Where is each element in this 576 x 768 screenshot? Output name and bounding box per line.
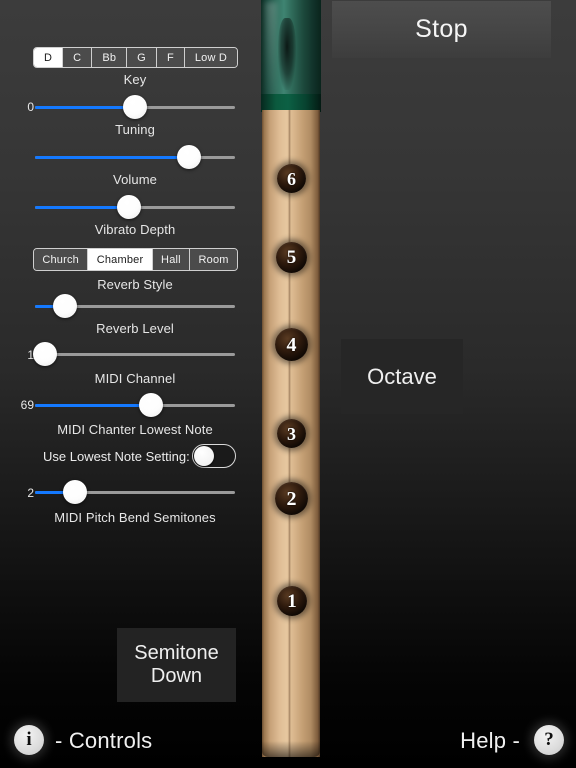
midi-channel-caption: MIDI Channel <box>94 371 176 386</box>
whistle-mouthpiece[interactable] <box>261 0 321 112</box>
midi-pitch-bend-semitones-value: 2 <box>27 486 34 500</box>
midi-pitch-bend-semitones-caption: MIDI Pitch Bend Semitones <box>54 510 216 525</box>
use-lowest-note-setting-label: Use Lowest Note Setting: <box>43 449 190 464</box>
midi-chanter-lowest-note-slider-fill <box>35 404 151 407</box>
midi-channel-slider-thumb[interactable] <box>33 342 57 366</box>
reverb-style-caption: Reverb Style <box>97 277 173 292</box>
tuning-slider-thumb[interactable] <box>123 95 147 119</box>
finger-hole-1[interactable]: 1 <box>277 586 307 616</box>
finger-hole-3[interactable]: 3 <box>277 419 306 448</box>
key-option-d[interactable]: D <box>34 48 64 67</box>
vibrato-depth-slider-thumb[interactable] <box>117 195 141 219</box>
stop-button[interactable]: Stop <box>332 1 551 58</box>
finger-hole-2[interactable]: 2 <box>275 482 308 515</box>
key-option-g[interactable]: G <box>127 48 157 67</box>
help-icon[interactable]: ? <box>534 725 564 755</box>
reverb-style-segmented-control[interactable]: Church Chamber Hall Room <box>33 248 238 271</box>
tuning-caption: Tuning <box>115 122 155 137</box>
midi-chanter-lowest-note-slider-thumb[interactable] <box>139 393 163 417</box>
app-root: 6 5 4 3 2 1 D C Bb G F Low D Key 0 Tuning Volume V… <box>0 0 576 768</box>
vibrato-depth-caption: Vibrato Depth <box>94 222 176 237</box>
reverb-style-option-chamber[interactable]: Chamber <box>88 249 153 270</box>
midi-chanter-lowest-note-caption: MIDI Chanter Lowest Note <box>57 422 213 437</box>
tuning-slider[interactable] <box>35 95 235 121</box>
volume-slider-fill <box>35 156 189 159</box>
mouthpiece-shadow <box>278 18 296 90</box>
vibrato-depth-slider[interactable] <box>35 195 235 221</box>
semitone-down-button[interactable]: Semitone Down <box>117 628 236 702</box>
reverb-level-slider[interactable] <box>35 294 235 320</box>
finger-hole-6[interactable]: 6 <box>277 164 306 193</box>
key-option-f[interactable]: F <box>156 48 185 67</box>
toggle-knob <box>194 446 214 466</box>
mouthpiece-highlight <box>265 2 277 102</box>
midi-channel-slider-track[interactable] <box>35 353 235 356</box>
key-caption: Key <box>123 72 147 87</box>
midi-channel-value: 1 <box>27 348 34 362</box>
finger-hole-5[interactable]: 5 <box>276 242 307 273</box>
help-label[interactable]: Help - <box>460 728 520 754</box>
use-lowest-note-setting-toggle[interactable] <box>192 444 236 468</box>
tuning-value: 0 <box>27 100 34 114</box>
semitone-down-line-2: Down <box>150 665 203 687</box>
reverb-style-option-hall[interactable]: Hall <box>152 249 191 270</box>
volume-caption: Volume <box>113 172 157 187</box>
key-option-c[interactable]: C <box>63 48 93 67</box>
midi-chanter-lowest-note-value: 69 <box>20 398 34 412</box>
vibrato-depth-slider-fill <box>35 206 129 209</box>
key-option-low-d[interactable]: Low D <box>184 48 237 67</box>
semitone-down-line-1: Semitone <box>134 642 219 664</box>
octave-button[interactable]: Octave <box>341 339 463 414</box>
midi-chanter-lowest-note-slider[interactable] <box>35 393 235 419</box>
tin-whistle-instrument[interactable] <box>261 0 321 757</box>
midi-pitch-bend-semitones-slider[interactable] <box>35 480 235 506</box>
volume-slider[interactable] <box>35 145 235 171</box>
controls-label[interactable]: - Controls <box>55 728 152 754</box>
reverb-level-caption: Reverb Level <box>96 321 174 336</box>
reverb-style-option-room[interactable]: Room <box>190 249 237 270</box>
midi-pitch-bend-semitones-slider-thumb[interactable] <box>63 480 87 504</box>
volume-slider-thumb[interactable] <box>177 145 201 169</box>
tuning-slider-fill <box>35 106 135 109</box>
info-icon[interactable]: i <box>14 725 44 755</box>
bottom-bar: i - Controls Help - ? <box>0 712 576 768</box>
reverb-level-slider-thumb[interactable] <box>53 294 77 318</box>
key-option-bb[interactable]: Bb <box>92 48 128 67</box>
midi-channel-slider[interactable] <box>33 342 235 368</box>
reverb-style-option-church[interactable]: Church <box>34 249 89 270</box>
key-segmented-control[interactable]: D C Bb G F Low D <box>33 47 238 68</box>
finger-hole-4[interactable]: 4 <box>275 328 308 361</box>
